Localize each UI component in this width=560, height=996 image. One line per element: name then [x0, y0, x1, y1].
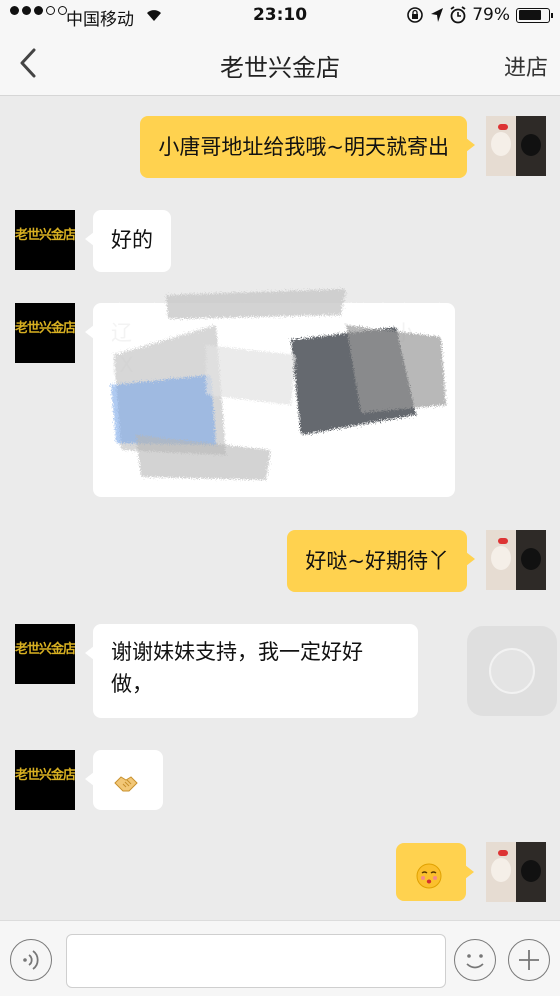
redaction-scribble [104, 289, 446, 490]
message-text: 谢谢妹妹支持，我一定好好做， [111, 640, 363, 696]
input-bar [0, 920, 560, 996]
page-title: 老世兴金店 [220, 54, 340, 82]
handshake-icon [114, 776, 138, 792]
nav-bar: 老世兴金店 进店 [0, 30, 560, 96]
voice-input-button[interactable] [10, 939, 52, 981]
message-bubble-incoming[interactable]: 谢谢妹妹支持，我一定好好做， [85, 624, 418, 718]
battery-percent: 79% [472, 5, 510, 25]
shop-avatar[interactable]: 老世兴金店 [15, 303, 75, 363]
rotation-lock-icon [407, 7, 424, 23]
message-bubble-outgoing[interactable] [396, 843, 474, 901]
alarm-icon [450, 6, 466, 24]
message-bubble-outgoing[interactable]: 小唐哥地址给我哦~明天就寄出 [140, 116, 475, 178]
shop-avatar[interactable]: 老世兴金店 [15, 624, 75, 684]
assistive-touch-button[interactable] [467, 626, 557, 716]
shop-avatar[interactable]: 老世兴金店 [15, 210, 75, 270]
message-text: 好的 [111, 228, 153, 252]
message-input[interactable] [66, 934, 446, 988]
my-avatar[interactable] [486, 530, 546, 590]
my-avatar[interactable] [486, 842, 546, 902]
smiley-icon [466, 954, 484, 969]
voice-wave-icon [23, 950, 39, 970]
message-bubble-incoming[interactable]: 好的 [85, 210, 171, 272]
battery-icon [516, 7, 553, 23]
message-text: 好哒~好期待丫 [305, 549, 449, 573]
status-bar: 中国移动 23:10 79% [0, 0, 560, 30]
shop-avatar[interactable]: 老世兴金店 [15, 750, 75, 810]
enter-store-button[interactable]: 进店 [504, 50, 548, 82]
more-options-button[interactable] [508, 939, 550, 981]
message-text: 小唐哥地址给我哦~明天就寄出 [158, 135, 449, 159]
location-arrow-icon [431, 8, 444, 22]
plus-icon [519, 950, 539, 970]
message-bubble-incoming[interactable] [85, 750, 163, 810]
kiss-face-icon [416, 863, 442, 889]
message-bubble-outgoing[interactable]: 好哒~好期待丫 [287, 530, 475, 592]
my-avatar[interactable] [486, 116, 546, 176]
emoji-button[interactable] [454, 939, 496, 981]
